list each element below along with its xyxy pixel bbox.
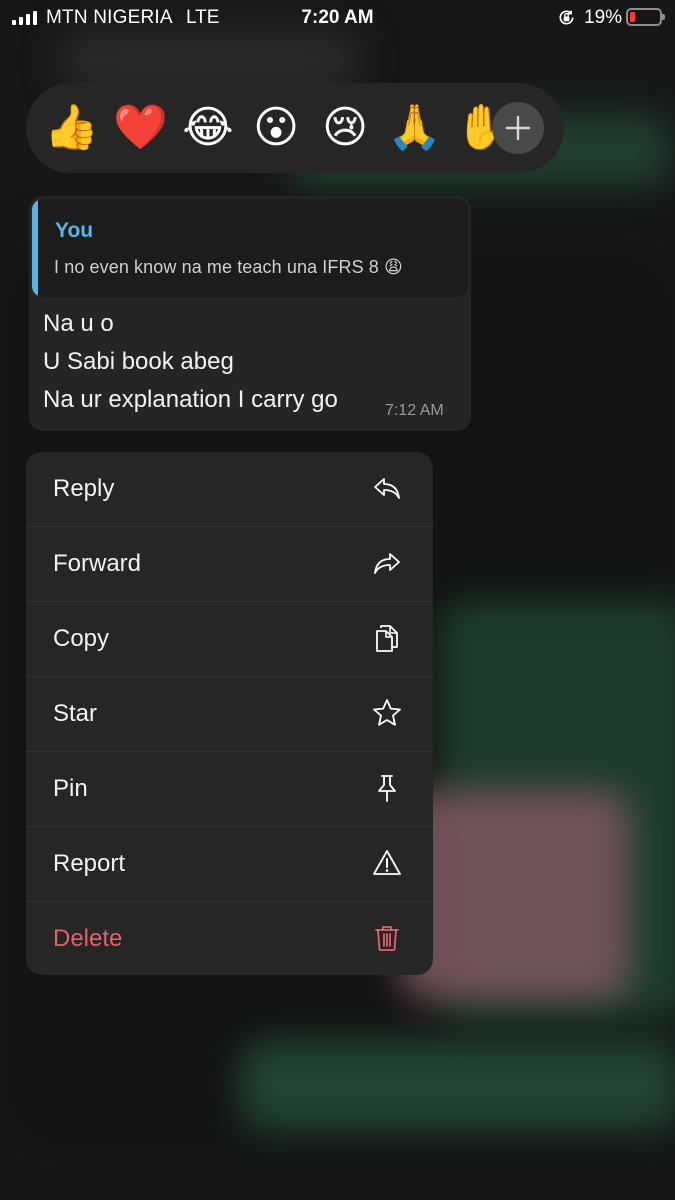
battery-percent: 19%: [584, 7, 623, 28]
message-line: U Sabi book abeg: [43, 348, 234, 375]
reply-icon: [374, 478, 400, 499]
menu-item-label: Reply: [53, 475, 115, 502]
message-line: Na u o: [43, 310, 114, 337]
menu-item-label: Copy: [53, 625, 110, 652]
menu-item-label: Report: [53, 850, 126, 877]
menu-item-reply[interactable]: Reply: [26, 452, 433, 527]
status-bar: MTN NIGERIA LTE 7:20 AM 19%: [0, 0, 675, 36]
context-menu: Reply Forward Copy Star Pin Report Delet…: [26, 452, 433, 975]
battery-icon: [626, 8, 665, 26]
message-bubble[interactable]: You I no even know na me teach una IFRS …: [29, 196, 471, 431]
rotation-lock-icon: [559, 10, 574, 25]
trash-icon: [375, 926, 399, 951]
forward-icon: [374, 553, 400, 574]
reaction-surprised[interactable]: 😮: [249, 101, 303, 155]
background-bubble-blur: [240, 1040, 675, 1130]
background-image-blur: [400, 790, 630, 1000]
reaction-heart[interactable]: ❤️: [113, 101, 168, 155]
menu-item-label: Forward: [53, 550, 142, 577]
reaction-crying[interactable]: 😢: [318, 101, 372, 155]
reaction-pray[interactable]: 🙏: [387, 101, 442, 155]
quote-accent-bar: [32, 199, 38, 297]
message-timestamp: 7:12 AM: [385, 402, 444, 419]
background-header-blur: [60, 30, 360, 90]
star-icon: [373, 699, 401, 726]
quote-text: I no even know na me teach una IFRS 8 😩: [54, 257, 403, 277]
reaction-laughing[interactable]: 😂: [181, 101, 235, 155]
menu-item-label: Pin: [53, 775, 88, 802]
plus-icon: [505, 115, 531, 141]
menu-item-label: Delete: [53, 925, 123, 952]
menu-item-label: Star: [53, 700, 98, 727]
menu-item-star[interactable]: Star: [26, 677, 433, 752]
menu-item-report[interactable]: Report: [26, 827, 433, 902]
menu-item-delete[interactable]: Delete: [26, 902, 433, 975]
quoted-message[interactable]: You I no even know na me teach una IFRS …: [32, 199, 468, 297]
menu-item-copy[interactable]: Copy: [26, 602, 433, 677]
add-reaction-button[interactable]: [492, 102, 544, 154]
menu-item-pin[interactable]: Pin: [26, 752, 433, 827]
copy-icon: [376, 625, 398, 652]
reaction-bar: 👍 ❤️ 😂 😮 😢 🙏 ✋: [26, 83, 564, 173]
message-line: Na ur explanation I carry go: [43, 386, 338, 413]
reaction-thumbs-up[interactable]: 👍: [44, 101, 99, 155]
screen: MTN NIGERIA LTE 7:20 AM 19% 👍 ❤️ 😂 😮 😢 🙏…: [0, 0, 675, 1200]
warning-icon: [373, 850, 401, 875]
quote-author: You: [55, 219, 94, 242]
pin-icon: [378, 775, 396, 802]
menu-item-forward[interactable]: Forward: [26, 527, 433, 602]
battery-level: [630, 12, 635, 22]
